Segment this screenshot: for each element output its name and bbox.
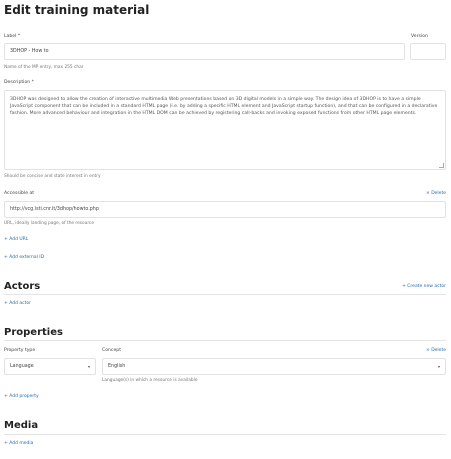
page-title: Edit training material	[4, 3, 150, 17]
label-input[interactable]: 3DHOP - How to	[4, 43, 405, 60]
plus-icon: +	[4, 301, 8, 306]
concept-label: Concept	[102, 348, 121, 353]
actors-divider	[4, 294, 446, 295]
delete-icon: ×	[425, 348, 430, 353]
add-url-label: Add URL	[9, 237, 29, 242]
properties-divider	[4, 340, 446, 341]
description-help-text: Should be concise and state interest in …	[4, 174, 101, 179]
chevron-down-icon: ▾	[437, 364, 440, 369]
accessible-at-help-text: URL, ideally landing page, of the resour…	[4, 221, 95, 226]
add-actor-link[interactable]: + Add actor	[4, 301, 31, 306]
property-delete-link[interactable]: × Delete	[426, 348, 446, 353]
accessible-at-input-value: http://vcg.isti.cnr.it/3dhop/howto.php	[10, 207, 99, 212]
property-type-label: Property type	[4, 348, 36, 353]
add-property-link[interactable]: + Add property	[4, 394, 39, 399]
description-wrapper: 3DHOP was designed to allow the creation…	[4, 90, 446, 170]
accessible-at-label: Accessible at	[4, 191, 35, 196]
add-external-id-label: Add external ID	[9, 255, 45, 260]
plus-icon: +	[402, 284, 406, 289]
label-help-text: Name of the MP entry, max 255 char	[4, 65, 84, 70]
resize-handle-icon[interactable]	[439, 163, 444, 168]
property-delete-label: Delete	[431, 348, 446, 353]
plus-icon: +	[4, 441, 8, 446]
add-media-link[interactable]: + Add media	[4, 441, 33, 446]
add-url-link[interactable]: + Add URL	[4, 237, 28, 242]
label-field-label: Label *	[4, 34, 21, 39]
description-field-label: Description *	[4, 80, 34, 85]
concept-select[interactable]: English ▾	[102, 358, 446, 375]
concept-help-text: Language(s) in which a resource is avail…	[102, 378, 198, 383]
plus-icon: +	[4, 255, 8, 260]
add-property-label: Add property	[9, 394, 39, 399]
accessible-at-delete-label: Delete	[431, 191, 446, 196]
plus-icon: +	[4, 394, 8, 399]
accessible-at-delete-link[interactable]: × Delete	[426, 191, 446, 196]
version-field-label: Version	[411, 34, 428, 39]
concept-value: English	[108, 364, 126, 369]
create-new-actor-label: Create new actor	[407, 284, 446, 289]
media-divider	[4, 434, 446, 435]
add-media-label: Add media	[9, 441, 34, 446]
properties-heading: Properties	[4, 327, 63, 338]
accessible-at-input[interactable]: http://vcg.isti.cnr.it/3dhop/howto.php	[4, 201, 446, 218]
label-input-value: 3DHOP - How to	[10, 49, 49, 54]
create-new-actor-link[interactable]: + Create new actor	[402, 284, 446, 289]
property-type-select[interactable]: Language ▾	[4, 358, 96, 375]
property-type-value: Language	[10, 364, 34, 369]
add-actor-label: Add actor	[9, 301, 31, 306]
add-external-id-link[interactable]: + Add external ID	[4, 255, 44, 260]
delete-icon: ×	[425, 191, 430, 196]
version-input[interactable]	[410, 43, 446, 60]
plus-icon: +	[4, 237, 8, 242]
media-heading: Media	[4, 420, 39, 431]
chevron-down-icon: ▾	[87, 364, 90, 369]
description-textarea[interactable]: 3DHOP was designed to allow the creation…	[4, 90, 446, 170]
actors-heading: Actors	[4, 281, 41, 292]
